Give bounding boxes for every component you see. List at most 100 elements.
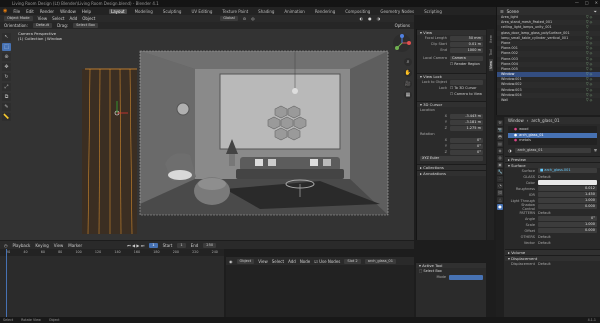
workspace-tab-layout[interactable]: Layout	[108, 8, 127, 14]
zoom-icon[interactable]: ⌕	[404, 58, 412, 66]
mode-dropdown[interactable]: Object Mode	[4, 16, 33, 21]
vp-menu-object[interactable]: Object	[82, 16, 95, 21]
workspace-tab-animation[interactable]: Animation	[282, 9, 306, 14]
vector-field[interactable]: Vector Default	[505, 240, 600, 246]
tl-menu-keying[interactable]: Keying	[35, 243, 48, 248]
timeline-ruler[interactable]: 20 40 60 80 100 120 140 160 180 200 220 …	[0, 249, 224, 256]
cursor-tool-icon[interactable]: ↖	[2, 33, 11, 41]
tl-menu-view[interactable]: View	[54, 243, 64, 248]
rotate-tool-icon[interactable]: ↻	[2, 73, 11, 81]
menu-window[interactable]: Window	[60, 9, 76, 14]
shading-solid-icon[interactable]: ●	[368, 16, 372, 21]
drag-dropdown[interactable]: Select Box	[73, 23, 99, 28]
outliner-editor-icon[interactable]: ☰	[500, 9, 504, 14]
vp-menu-add[interactable]: Add	[69, 16, 77, 21]
workspace-tab-sculpting[interactable]: Sculpting	[161, 9, 184, 14]
shader-editor-icon[interactable]: ◉	[229, 259, 233, 264]
slot-dropdown[interactable]: Slot 2	[344, 258, 361, 264]
start-frame-field[interactable]: 1	[177, 242, 186, 248]
node-menu-add[interactable]: Add	[288, 259, 296, 264]
shadow-control-field[interactable]: Shadow Control 0.000	[505, 203, 600, 211]
3d-cursor-tool-icon[interactable]: ⊕	[2, 53, 11, 61]
maximize-icon[interactable]: □	[585, 0, 589, 7]
blender-logo-icon[interactable]: ◉	[3, 8, 7, 14]
overlays-icon[interactable]: ◐	[360, 16, 364, 21]
scene-props-icon[interactable]: ◈	[497, 148, 503, 154]
perspective-grid-icon[interactable]: ▦	[404, 91, 412, 99]
tab-item[interactable]: Item	[489, 33, 493, 45]
camera-to-view-checkbox[interactable]: ☐ Camera to View	[417, 91, 486, 97]
orientation-dropdown[interactable]: Default	[32, 23, 53, 28]
node-menu-select[interactable]: Select	[272, 259, 284, 264]
navigation-gizmo[interactable]	[392, 33, 412, 54]
workspace-tab-uv-editing[interactable]: UV Editing	[189, 9, 214, 14]
vp-menu-view[interactable]: View	[38, 16, 48, 21]
rotation-mode-dropdown[interactable]: XYZ Euler	[417, 155, 486, 161]
snap-icon[interactable]: ⊙	[243, 16, 246, 21]
tl-menu-marker[interactable]: Marker	[68, 243, 82, 248]
material-name-field[interactable]: arch_glass_01	[514, 147, 591, 153]
transform-tool-icon[interactable]: ⧉	[2, 93, 11, 101]
use-nodes-checkbox[interactable]: ☑ Use Nodes	[314, 259, 340, 264]
timeline[interactable]: 20 40 60 80 100 120 140 160 180 200 220 …	[0, 249, 224, 317]
node-menu-view[interactable]: View	[258, 259, 268, 264]
transform-orientation-dropdown[interactable]: Global	[220, 16, 238, 21]
options-dropdown[interactable]: Options	[395, 23, 410, 28]
workspace-tab-texture-paint[interactable]: Texture Paint	[220, 9, 250, 14]
tool-mode-field[interactable]: Mode	[416, 274, 486, 280]
render-props-icon[interactable]: 📷	[497, 127, 503, 133]
menu-help[interactable]: Help	[82, 9, 91, 14]
workspace-tab-shading[interactable]: Shading	[256, 9, 276, 14]
physics-props-icon[interactable]: ◔	[497, 183, 503, 189]
measure-tool-icon[interactable]: 📏	[2, 113, 11, 121]
end-frame-field[interactable]: 250	[203, 242, 217, 248]
select-box-tool-icon[interactable]: ⬚	[2, 43, 11, 51]
move-tool-icon[interactable]: ✥	[2, 63, 11, 71]
modifier-props-icon[interactable]: 🔧	[497, 169, 503, 175]
vp-menu-select[interactable]: Select	[52, 16, 64, 21]
pan-hand-icon[interactable]: ✋	[404, 69, 412, 77]
outliner-row[interactable]: Wall ▽ ◇	[497, 98, 600, 103]
constraints-props-icon[interactable]: ⛓	[497, 190, 503, 196]
view-layer-props-icon[interactable]: ▤	[497, 141, 503, 147]
playhead[interactable]	[6, 249, 7, 317]
workspace-tab-modeling[interactable]: Modeling	[133, 9, 155, 14]
workspace-tab-scripting[interactable]: Scripting	[422, 9, 444, 14]
3d-viewport[interactable]	[0, 29, 414, 240]
workspace-tab-geometry-nodes[interactable]: Geometry Nodes	[378, 9, 416, 14]
menu-file[interactable]: File	[13, 9, 20, 14]
displacement-field[interactable]: Displacement Default	[505, 261, 600, 267]
material-browse-icon[interactable]: ◑	[508, 148, 512, 153]
workspace-tab-rendering[interactable]: Rendering	[313, 9, 337, 14]
node-menu-node[interactable]: Node	[300, 259, 310, 264]
minimize-icon[interactable]: —	[575, 0, 579, 7]
tl-menu-playback[interactable]: Playback	[13, 243, 31, 248]
menu-render[interactable]: Render	[40, 9, 54, 14]
material-props-icon[interactable]: ●	[497, 204, 503, 210]
render-region-checkbox[interactable]: ☐ Render Region	[417, 61, 486, 67]
data-props-icon[interactable]: △	[497, 197, 503, 203]
tab-tool[interactable]: Tool	[489, 47, 493, 58]
timeline-editor-icon[interactable]: ◷	[4, 243, 8, 248]
node-material-field[interactable]: arch_glass_01	[364, 258, 396, 264]
filter-icon[interactable]: ⏷	[594, 9, 597, 14]
shield-icon[interactable]: ⛨	[594, 148, 597, 153]
scene-name[interactable]: Scene	[507, 9, 519, 14]
shader-type-dropdown[interactable]: Object	[236, 258, 255, 264]
menu-edit[interactable]: Edit	[26, 9, 34, 14]
shader-node-canvas[interactable]	[226, 265, 414, 317]
annotations-section-header[interactable]: ▸ Annotations	[417, 170, 486, 176]
play-controls[interactable]: ⏮ ◀ ▶ ⏭	[127, 243, 144, 248]
tool-props-icon[interactable]: ⚒	[497, 120, 503, 126]
close-icon[interactable]: ✕	[595, 0, 598, 7]
proportional-icon[interactable]: ◎	[251, 16, 255, 21]
shading-material-icon[interactable]: ◑	[377, 16, 381, 21]
current-frame-field[interactable]: 1	[149, 242, 158, 248]
scale-tool-icon[interactable]: ⤢	[2, 83, 11, 91]
workspace-tab-compositing[interactable]: Compositing	[343, 9, 372, 14]
output-props-icon[interactable]: 🖶	[497, 134, 503, 140]
tab-view[interactable]: View	[488, 59, 493, 72]
annotate-tool-icon[interactable]: ✎	[2, 103, 11, 111]
clip-end-field[interactable]: End 1000 m	[417, 47, 486, 53]
world-props-icon[interactable]: ◍	[497, 155, 503, 161]
